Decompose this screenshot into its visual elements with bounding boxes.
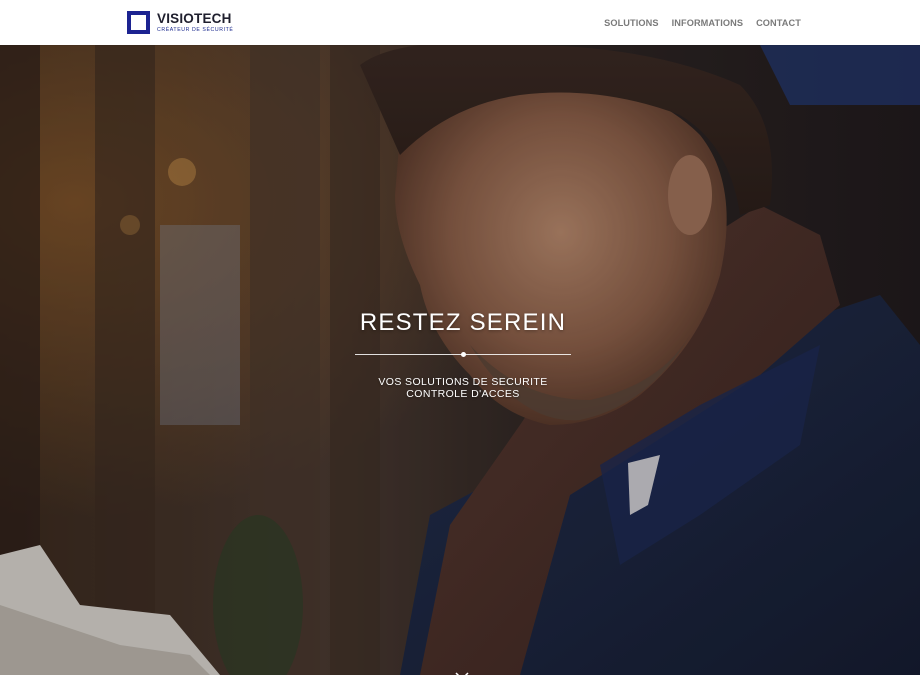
hero-subtitle: VOS SOLUTIONS DE SECURITE CONTROLE D'ACC… xyxy=(0,376,920,400)
divider-dot-icon xyxy=(461,352,466,357)
hero-section: RESTEZ SEREIN VOS SOLUTIONS DE SECURITE … xyxy=(0,45,920,675)
square-bracket-logo-icon xyxy=(127,11,150,34)
main-nav: SOLUTIONS INFORMATIONS CONTACT xyxy=(604,0,801,45)
chevron-down-icon[interactable] xyxy=(455,667,469,675)
hero-subtitle-line2: CONTROLE D'ACCES xyxy=(406,388,520,400)
nav-item-solutions[interactable]: SOLUTIONS xyxy=(604,18,659,28)
logo-name: VISIOTECH xyxy=(157,10,232,26)
hero-overlay xyxy=(0,45,920,675)
site-header: VISIOTECH CRÉATEUR DE SÉCURITÉ SOLUTIONS… xyxy=(0,0,920,45)
site-logo[interactable]: VISIOTECH CRÉATEUR DE SÉCURITÉ xyxy=(127,10,233,35)
logo-text: VISIOTECH CRÉATEUR DE SÉCURITÉ xyxy=(157,10,234,34)
hero-title: RESTEZ SEREIN xyxy=(359,309,567,336)
page: VISIOTECH CRÉATEUR DE SÉCURITÉ SOLUTIONS… xyxy=(0,0,920,675)
nav-item-contact[interactable]: CONTACT xyxy=(756,18,801,28)
hero-subtitle-line1: VOS SOLUTIONS DE SECURITE xyxy=(378,376,548,388)
nav-item-informations[interactable]: INFORMATIONS xyxy=(672,18,743,28)
logo-tagline: CRÉATEUR DE SÉCURITÉ xyxy=(157,26,234,33)
